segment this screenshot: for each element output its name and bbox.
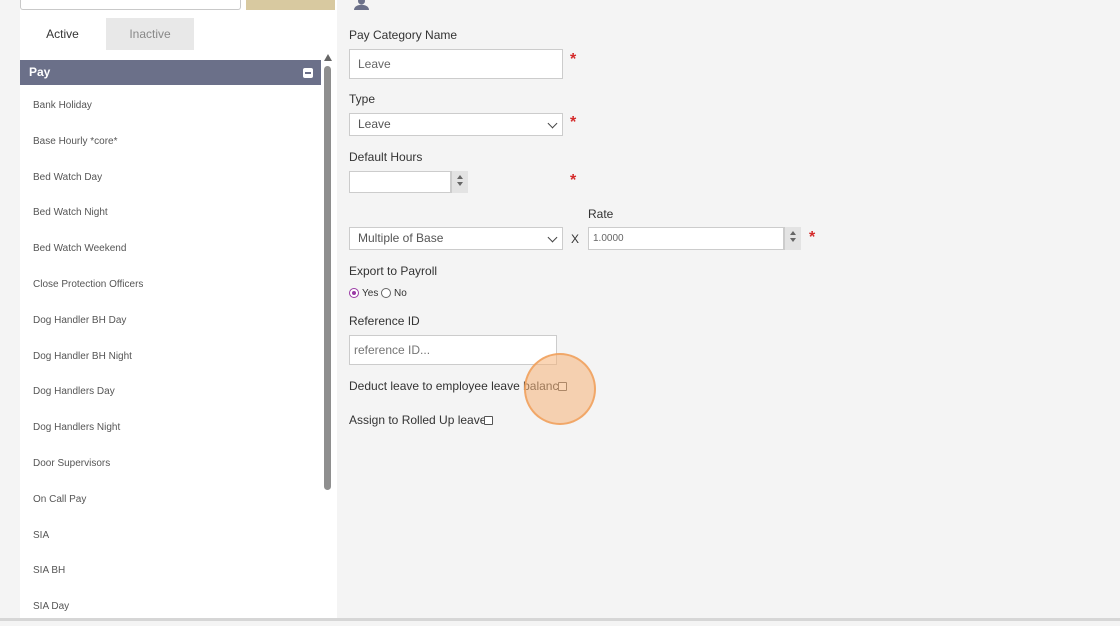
group-title: Pay xyxy=(29,65,51,79)
required-marker: * xyxy=(570,114,577,131)
user-icon xyxy=(354,0,369,10)
group-header-pay[interactable]: Pay xyxy=(20,60,321,85)
type-label: Type xyxy=(349,92,376,106)
list-item[interactable]: Dog Handler BH Day xyxy=(20,301,321,337)
list-item[interactable]: Bed Watch Day xyxy=(20,158,321,194)
stepper-down-icon[interactable] xyxy=(790,238,796,242)
list-item[interactable]: Close Protection Officers xyxy=(20,265,321,301)
list-item[interactable]: Door Supervisors xyxy=(20,444,321,480)
collapse-icon[interactable] xyxy=(303,68,313,78)
category-sidebar: ⌕ Active Inactive Pay Bank HolidayBase H… xyxy=(20,0,337,618)
multiply-symbol: X xyxy=(571,232,580,246)
default-hours-label: Default Hours xyxy=(349,150,423,164)
stepper-up-icon[interactable] xyxy=(790,231,796,235)
rate-basis-value: Multiple of Base xyxy=(358,231,444,245)
export-yes-radio[interactable] xyxy=(349,288,359,298)
export-no-label: No xyxy=(394,288,407,299)
search-input[interactable]: ⌕ xyxy=(20,0,241,10)
tab-active[interactable]: Active xyxy=(20,18,105,50)
pay-category-label: Pay Category Name xyxy=(349,28,458,42)
rate-stepper[interactable] xyxy=(784,227,801,250)
rolled-up-leave-checkbox[interactable] xyxy=(484,416,493,425)
chevron-down-icon xyxy=(547,232,558,243)
export-no-radio[interactable] xyxy=(381,288,391,298)
type-select[interactable]: Leave xyxy=(349,113,563,136)
rate-basis-select[interactable]: Multiple of Base xyxy=(349,227,563,250)
page: ⌕ Active Inactive Pay Bank HolidayBase H… xyxy=(0,0,1120,626)
required-marker: * xyxy=(570,51,577,68)
export-yes-label: Yes xyxy=(362,288,379,299)
scroll-thumb[interactable] xyxy=(324,66,331,490)
list-item[interactable]: Dog Handlers Night xyxy=(20,408,321,444)
type-select-value: Leave xyxy=(358,117,391,131)
rolled-up-leave-label: Assign to Rolled Up leave xyxy=(349,413,487,427)
list-item[interactable]: Base Hourly *core* xyxy=(20,122,321,158)
list-item[interactable]: Dog Handlers Day xyxy=(20,372,321,408)
add-button[interactable] xyxy=(246,0,335,10)
deduct-leave-label: Deduct leave to employee leave balance xyxy=(349,379,566,393)
scrollbar[interactable] xyxy=(322,52,333,618)
export-payroll-label: Export to Payroll xyxy=(349,264,438,278)
default-hours-stepper[interactable] xyxy=(451,171,468,193)
chevron-down-icon xyxy=(547,118,558,129)
required-marker: * xyxy=(570,172,577,189)
list-item[interactable]: Bed Watch Weekend xyxy=(20,229,321,265)
deduct-leave-checkbox[interactable] xyxy=(558,382,567,391)
scroll-up-arrow-icon[interactable] xyxy=(324,54,332,61)
stepper-down-icon[interactable] xyxy=(457,182,463,186)
list-item[interactable]: Bed Watch Night xyxy=(20,193,321,229)
stepper-up-icon[interactable] xyxy=(457,175,463,179)
category-list: Bank Holiday Base Hourly *core* Bed Watch … xyxy=(20,86,321,623)
status-tabs: Active Inactive xyxy=(20,18,337,50)
list-item[interactable]: SIA BH xyxy=(20,551,321,587)
pay-category-input[interactable] xyxy=(349,49,563,79)
list-item[interactable]: Bank Holiday xyxy=(20,86,321,122)
default-hours-input[interactable] xyxy=(349,171,451,193)
required-marker: * xyxy=(809,229,816,246)
list-item[interactable]: On Call Pay xyxy=(20,480,321,516)
list-item[interactable]: Dog Handler BH Night xyxy=(20,337,321,373)
rate-input[interactable] xyxy=(588,227,784,250)
list-item[interactable]: SIA xyxy=(20,516,321,552)
reference-id-input[interactable] xyxy=(349,335,557,365)
rate-label: Rate xyxy=(588,207,614,221)
tab-inactive[interactable]: Inactive xyxy=(106,18,194,50)
reference-id-label: Reference ID xyxy=(349,314,420,328)
search-icon: ⌕ xyxy=(27,0,32,3)
bottom-divider xyxy=(0,618,1120,621)
